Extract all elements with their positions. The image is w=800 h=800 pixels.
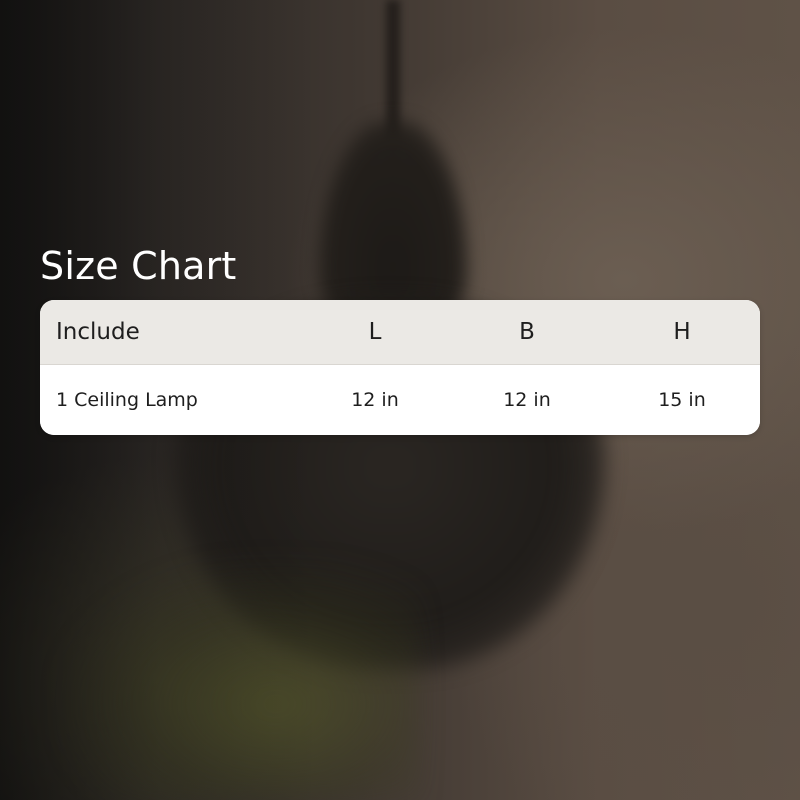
header-height: H (673, 319, 691, 345)
cell-item: 1 Ceiling Lamp (56, 389, 198, 411)
page-title: Size Chart (40, 244, 237, 288)
header-include: Include (56, 319, 140, 345)
cell-breadth: 12 in (503, 389, 551, 411)
table-header-row: Include L B H (40, 300, 760, 365)
cell-length: 12 in (351, 389, 399, 411)
size-chart-table: Include L B H 1 Ceiling Lamp 12 in 12 in… (40, 300, 760, 435)
header-breadth: B (519, 319, 535, 345)
header-length: L (368, 319, 382, 345)
cell-height: 15 in (658, 389, 706, 411)
table-row: 1 Ceiling Lamp 12 in 12 in 15 in (40, 365, 760, 435)
